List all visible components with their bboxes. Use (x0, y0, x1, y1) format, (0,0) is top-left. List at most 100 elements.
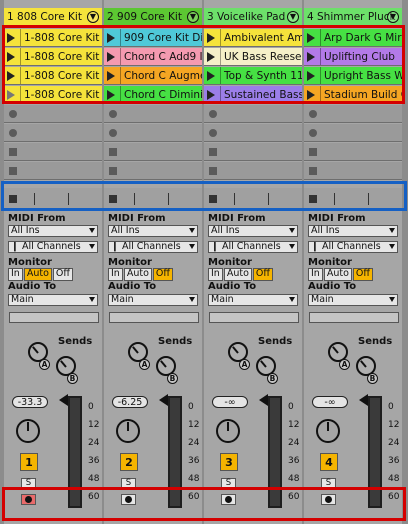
midi-from-select[interactable]: All Ins (208, 225, 298, 237)
clip-launch-icon[interactable] (307, 71, 315, 81)
stop-slot-icon[interactable] (309, 167, 317, 175)
stop-slot-icon[interactable] (209, 148, 217, 156)
record-slot-icon[interactable] (209, 129, 217, 137)
clip-launch-icon[interactable] (7, 90, 15, 100)
empty-clip-slot[interactable] (4, 124, 102, 142)
midi-channel-select[interactable]: ❙ All Channels (108, 241, 198, 253)
clip-slot[interactable]: 1-808 Core Kit (4, 67, 102, 85)
clip-slot[interactable]: 1-808 Core Kit (4, 86, 102, 104)
clip-stop-row[interactable] (204, 188, 302, 210)
clip-launch-icon[interactable] (307, 33, 315, 43)
monitor-switch[interactable]: In Auto Off (108, 268, 174, 281)
empty-clip-slot[interactable] (204, 162, 302, 180)
monitor-auto-button[interactable]: Auto (123, 268, 152, 281)
clip-slot[interactable]: 909 Core Kit Di (104, 29, 202, 47)
track-activator-button[interactable]: 2 (120, 453, 138, 471)
clip-launch-icon[interactable] (207, 33, 215, 43)
empty-clip-slot[interactable] (204, 143, 302, 161)
empty-clip-slot[interactable] (104, 105, 202, 123)
volume-fader-handle[interactable] (59, 394, 68, 406)
stop-clips-icon[interactable] (209, 195, 217, 203)
audio-to-select[interactable]: Main (108, 294, 198, 306)
record-slot-icon[interactable] (309, 110, 317, 118)
stop-clips-icon[interactable] (109, 195, 117, 203)
clip-slot[interactable]: 1-808 Core Kit (4, 48, 102, 66)
monitor-switch[interactable]: In Auto Off (8, 268, 74, 281)
stop-slot-icon[interactable] (109, 148, 117, 156)
empty-clip-slot[interactable] (304, 105, 402, 123)
record-slot-icon[interactable] (109, 110, 117, 118)
clip-launch-icon[interactable] (107, 33, 115, 43)
clip-slot[interactable]: Sustained Bass (204, 86, 302, 104)
arm-record-button[interactable] (21, 494, 36, 505)
clip-slot[interactable]: 1-808 Core Kit (4, 29, 102, 47)
monitor-auto-button[interactable]: Auto (323, 268, 352, 281)
stop-slot-icon[interactable] (109, 167, 117, 175)
monitor-auto-button[interactable]: Auto (223, 268, 252, 281)
clip-launch-icon[interactable] (107, 52, 115, 62)
volume-display[interactable]: -33.3 (12, 396, 48, 408)
solo-button[interactable]: S (221, 478, 236, 489)
clip-slot[interactable]: UK Bass Reese (204, 48, 302, 66)
pan-knob[interactable] (316, 419, 340, 443)
midi-from-select[interactable]: All Ins (108, 225, 198, 237)
monitor-in-button[interactable]: In (8, 268, 23, 281)
solo-button[interactable]: S (321, 478, 336, 489)
record-slot-icon[interactable] (109, 129, 117, 137)
midi-channel-select[interactable]: ❙ All Channels (308, 241, 398, 253)
track-fold-icon[interactable]: ▼ (287, 11, 299, 23)
track-header[interactable]: 1 808 Core Kit ▼ (4, 8, 102, 27)
track-fold-icon[interactable]: ▼ (87, 11, 99, 23)
track-activator-button[interactable]: 3 (220, 453, 238, 471)
track-activator-button[interactable]: 1 (20, 453, 38, 471)
clip-launch-icon[interactable] (207, 52, 215, 62)
monitor-in-button[interactable]: In (208, 268, 223, 281)
clip-launch-icon[interactable] (107, 90, 115, 100)
monitor-off-button[interactable]: Off (352, 268, 373, 281)
clip-launch-icon[interactable] (307, 90, 315, 100)
pan-knob[interactable] (116, 419, 140, 443)
empty-clip-slot[interactable] (304, 143, 402, 161)
empty-clip-slot[interactable] (4, 105, 102, 123)
empty-clip-slot[interactable] (204, 105, 302, 123)
monitor-in-button[interactable]: In (308, 268, 323, 281)
pan-knob[interactable] (16, 419, 40, 443)
audio-to-select[interactable]: Main (8, 294, 98, 306)
volume-fader-handle[interactable] (259, 394, 268, 406)
stop-clips-icon[interactable] (309, 195, 317, 203)
monitor-auto-button[interactable]: Auto (23, 268, 52, 281)
record-slot-icon[interactable] (9, 129, 17, 137)
clip-stop-row[interactable] (104, 188, 202, 210)
monitor-switch[interactable]: In Auto Off (308, 268, 374, 281)
track-header[interactable]: 3 Voicelike Pad ▼ (204, 8, 302, 27)
midi-from-select[interactable]: All Ins (308, 225, 398, 237)
clip-launch-icon[interactable] (7, 71, 15, 81)
midi-channel-select[interactable]: ❙ All Channels (8, 241, 98, 253)
empty-clip-slot[interactable] (304, 162, 402, 180)
monitor-in-button[interactable]: In (108, 268, 123, 281)
clip-stop-row[interactable] (4, 188, 102, 210)
clip-slot[interactable]: Ambivalent Am (204, 29, 302, 47)
empty-clip-slot[interactable] (104, 143, 202, 161)
clip-slot[interactable]: Top & Synth 11- (204, 67, 302, 85)
clip-launch-icon[interactable] (207, 71, 215, 81)
solo-button[interactable]: S (121, 478, 136, 489)
monitor-off-button[interactable]: Off (152, 268, 173, 281)
clip-slot[interactable]: Uplifting Club (304, 48, 402, 66)
record-slot-icon[interactable] (309, 129, 317, 137)
volume-display[interactable]: -6.25 (112, 396, 148, 408)
solo-button[interactable]: S (21, 478, 36, 489)
track-fold-icon[interactable]: ▼ (187, 11, 199, 23)
track-activator-button[interactable]: 4 (320, 453, 338, 471)
record-slot-icon[interactable] (9, 110, 17, 118)
audio-to-select[interactable]: Main (208, 294, 298, 306)
empty-clip-slot[interactable] (104, 162, 202, 180)
clip-slot[interactable]: Chord C Dimini (104, 86, 202, 104)
clip-launch-icon[interactable] (107, 71, 115, 81)
pan-knob[interactable] (216, 419, 240, 443)
clip-launch-icon[interactable] (7, 52, 15, 62)
volume-display[interactable]: -∞ (312, 396, 348, 408)
clip-slot[interactable]: Chord C Augme (104, 67, 202, 85)
empty-clip-slot[interactable] (4, 162, 102, 180)
stop-slot-icon[interactable] (309, 148, 317, 156)
